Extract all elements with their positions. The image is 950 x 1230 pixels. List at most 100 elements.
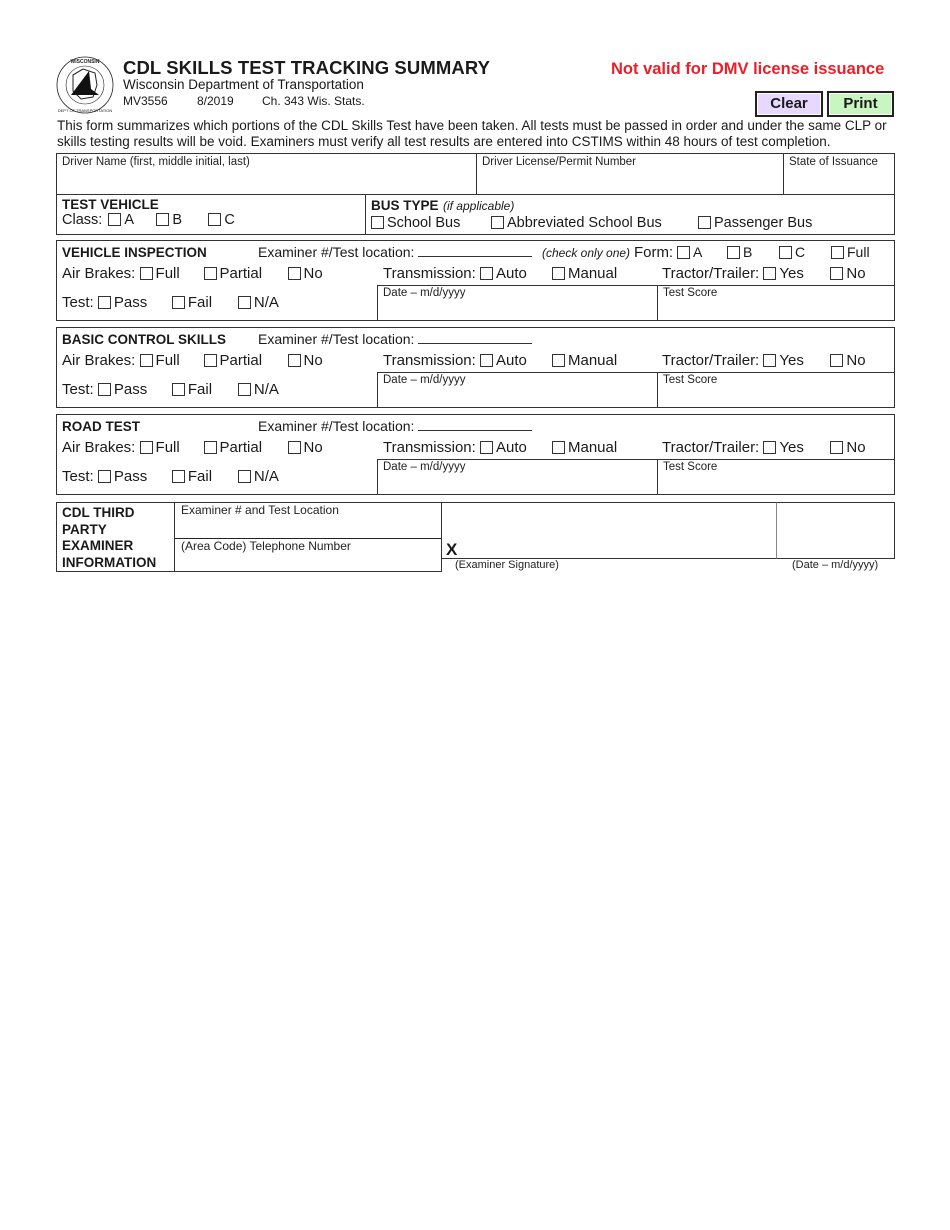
passenger-bus-option[interactable]: Passenger Bus [698,215,812,231]
transmission-auto-checkbox[interactable] [479,441,493,454]
class-a-option[interactable]: A [108,212,156,228]
school-bus-checkbox[interactable] [371,216,384,229]
air-brakes-full-checkbox[interactable] [139,441,153,454]
transmission-manual-checkbox[interactable] [551,267,565,280]
test-score-field[interactable]: Test Score [657,372,894,408]
state-of-issuance-field[interactable]: State of Issuance [783,154,894,194]
air-brakes-full-checkbox[interactable] [139,267,153,280]
air-brakes-no-checkbox[interactable] [287,267,301,280]
form-c-checkbox[interactable] [779,246,792,259]
license-number-field[interactable]: Driver License/Permit Number [476,154,783,194]
class-c-option[interactable]: C [208,212,235,228]
examiner-signature-field[interactable]: X [441,502,777,559]
test-pass-checkbox[interactable] [97,470,111,483]
air-brakes-full-option[interactable]: Full [139,265,204,282]
test-pass-option[interactable]: Pass [97,294,172,311]
abbreviated-school-bus-option[interactable]: Abbreviated School Bus [491,215,698,231]
tractor-trailer-yes-option[interactable]: Yes [763,439,830,456]
tractor-trailer-yes-option[interactable]: Yes [763,352,830,369]
transmission-auto-option[interactable]: Auto [479,352,552,369]
test-date-field[interactable]: Date – m/d/yyyy [377,285,657,321]
test-na-option[interactable]: N/A [237,294,279,311]
test-score-field[interactable]: Test Score [657,459,894,495]
school-bus-option[interactable]: School Bus [371,215,491,231]
tractor-trailer-no-checkbox[interactable] [830,267,844,280]
air-brakes-full-option[interactable]: Full [139,439,204,456]
clear-button[interactable]: Clear [755,91,823,117]
tractor-trailer-yes-checkbox[interactable] [763,354,777,367]
tractor-trailer-no-option[interactable]: No [830,265,866,282]
tractor-trailer-yes-checkbox[interactable] [763,441,777,454]
tractor-trailer-no-checkbox[interactable] [830,354,844,367]
air-brakes-partial-option[interactable]: Partial [203,439,288,456]
air-brakes-full-option[interactable]: Full [139,352,204,369]
test-fail-option[interactable]: Fail [171,468,238,485]
test-date-field[interactable]: Date – m/d/yyyy [377,459,657,495]
test-fail-checkbox[interactable] [171,296,185,309]
air-brakes-no-option[interactable]: No [287,352,323,369]
tractor-trailer-yes-checkbox[interactable] [763,267,777,280]
third-party-examiner-box: CDL THIRD PARTY EXAMINER INFORMATION Exa… [56,502,442,572]
examiner-location-input[interactable] [418,245,533,257]
transmission-manual-option[interactable]: Manual [551,352,617,369]
transmission-manual-option[interactable]: Manual [551,265,617,282]
test-pass-option[interactable]: Pass [97,381,172,398]
examiner-location-input[interactable] [418,419,533,431]
air-brakes-no-option[interactable]: No [287,265,323,282]
tractor-trailer-no-checkbox[interactable] [830,441,844,454]
print-button[interactable]: Print [827,91,894,117]
examiner-location-input[interactable] [418,332,533,344]
class-b-option[interactable]: B [156,212,208,228]
class-b-checkbox[interactable] [156,213,170,226]
test-pass-checkbox[interactable] [97,383,111,396]
class-a-checkbox[interactable] [108,213,122,226]
transmission-manual-checkbox[interactable] [551,441,565,454]
transmission-auto-checkbox[interactable] [479,267,493,280]
tractor-trailer-yes-option[interactable]: Yes [763,265,830,282]
test-pass-option[interactable]: Pass [97,468,172,485]
test-fail-checkbox[interactable] [171,470,185,483]
test-fail-checkbox[interactable] [171,383,185,396]
test-na-checkbox[interactable] [237,383,251,396]
test-na-option[interactable]: N/A [237,468,279,485]
test-na-option[interactable]: N/A [237,381,279,398]
form-c-option[interactable]: C [779,244,831,260]
abbreviated-school-bus-checkbox[interactable] [491,216,504,229]
form-b-option[interactable]: B [727,244,779,260]
signature-date-field[interactable] [776,502,895,559]
air-brakes-partial-checkbox[interactable] [203,354,217,367]
tractor-trailer-no-option[interactable]: No [830,439,866,456]
test-fail-option[interactable]: Fail [171,381,238,398]
air-brakes-full-checkbox[interactable] [139,354,153,367]
transmission-manual-checkbox[interactable] [551,354,565,367]
transmission-manual-option[interactable]: Manual [551,439,617,456]
air-brakes-partial-option[interactable]: Partial [203,265,288,282]
examiner-location-field[interactable]: Examiner # and Test Location [174,503,441,538]
class-c-checkbox[interactable] [208,213,222,226]
form-a-option[interactable]: A [677,244,727,260]
form-a-checkbox[interactable] [677,246,690,259]
air-brakes-partial-checkbox[interactable] [203,441,217,454]
form-b-checkbox[interactable] [727,246,740,259]
transmission-auto-checkbox[interactable] [479,354,493,367]
form-full-checkbox[interactable] [831,246,844,259]
air-brakes-no-checkbox[interactable] [287,441,301,454]
transmission-auto-option[interactable]: Auto [479,439,552,456]
section-header-row: ROAD TEST Examiner #/Test location: [62,418,533,434]
test-na-checkbox[interactable] [237,470,251,483]
test-score-field[interactable]: Test Score [657,285,894,321]
air-brakes-no-checkbox[interactable] [287,354,301,367]
passenger-bus-checkbox[interactable] [698,216,711,229]
telephone-field[interactable]: (Area Code) Telephone Number [174,538,441,571]
test-fail-option[interactable]: Fail [171,294,238,311]
transmission-auto-option[interactable]: Auto [479,265,552,282]
driver-name-field[interactable]: Driver Name (first, middle initial, last… [57,154,476,194]
test-date-field[interactable]: Date – m/d/yyyy [377,372,657,408]
air-brakes-partial-checkbox[interactable] [203,267,217,280]
test-pass-checkbox[interactable] [97,296,111,309]
form-full-option[interactable]: Full [831,244,870,260]
test-na-checkbox[interactable] [237,296,251,309]
tractor-trailer-no-option[interactable]: No [830,352,866,369]
air-brakes-partial-option[interactable]: Partial [203,352,288,369]
air-brakes-no-option[interactable]: No [287,439,323,456]
